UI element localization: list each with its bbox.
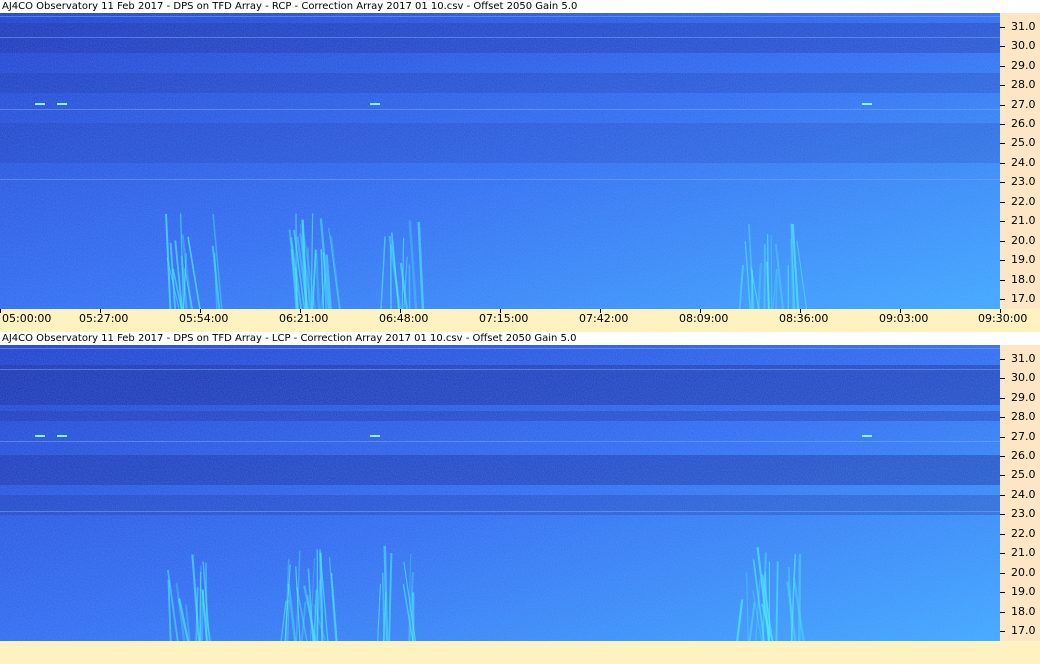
y-tick-label: 26.0 [1011, 117, 1036, 130]
y-tick-label: 23.0 [1011, 175, 1036, 189]
signal-dash [370, 103, 380, 105]
y-tick-mark [1000, 475, 1005, 477]
burst-streak [306, 247, 311, 309]
signal-dash [862, 435, 872, 437]
y-tick-label: 20.0 [1011, 565, 1036, 579]
x-tick-label: 07:15:00 [479, 312, 529, 325]
burst-streak [295, 213, 298, 309]
y-tick-mark [1000, 26, 1005, 28]
burst-streak [285, 598, 289, 641]
x-tick-label: 08:09:00 [679, 312, 729, 325]
y-tick-mark [1000, 201, 1005, 203]
y-tick-label: 21.0 [1011, 214, 1036, 228]
y-tick-label: 29.0 [1011, 390, 1036, 404]
y-tick-mark [1000, 104, 1005, 106]
y-tick-label: 19.0 [1011, 585, 1036, 599]
y-tick-label: 19.0 [1011, 253, 1036, 267]
y-tick-mark [1000, 85, 1005, 87]
x-axis-bottom [0, 641, 1040, 664]
y-tick-mark [1000, 299, 1005, 301]
burst-streak [199, 565, 202, 641]
y-tick-label: 21.0 [1011, 546, 1036, 560]
noise-overlay [0, 13, 1000, 309]
x-tick-label: 06:48:00 [379, 312, 429, 325]
y-tick-label: 28.0 [1011, 78, 1036, 92]
y-tick-mark [1000, 631, 1005, 633]
signal-dash [370, 435, 380, 437]
y-tick-mark [1000, 279, 1005, 281]
panel-title-lcp: AJ4CO Observatory 11 Feb 2017 - DPS on T… [0, 332, 1040, 345]
y-tick-mark [1000, 533, 1005, 535]
y-tick-mark [1000, 162, 1005, 164]
y-tick-label: 17.0 [1011, 624, 1036, 638]
y-tick-mark [1000, 182, 1005, 184]
y-tick-label: 28.0 [1011, 410, 1036, 424]
y-tick-mark [1000, 417, 1005, 419]
x-tick-label: 05:00:00 [2, 312, 52, 325]
spectrogram-lcp [0, 345, 1000, 641]
y-tick-label: 24.0 [1011, 155, 1036, 169]
y-tick-mark [1000, 143, 1005, 145]
y-tick-mark [1000, 378, 1005, 380]
spectrogram-lcp-canvas [0, 345, 1000, 641]
spectrogram-rcp-canvas [0, 13, 1000, 309]
y-tick-label: 17.0 [1011, 292, 1036, 306]
signal-dash [35, 435, 45, 437]
y-tick-label: 27.0 [1011, 97, 1036, 111]
y-tick-mark [1000, 553, 1005, 555]
y-tick-mark [1000, 436, 1005, 438]
y-tick-label: 22.0 [1011, 526, 1036, 540]
y-tick-label: 30.0 [1011, 371, 1036, 385]
y-tick-mark [1000, 397, 1005, 399]
y-tick-label: 27.0 [1011, 429, 1036, 443]
y-tick-label: 20.0 [1011, 233, 1036, 247]
spectrogram-rcp [0, 13, 1000, 309]
y-tick-label: 25.0 [1011, 468, 1036, 482]
x-tick-label: 09:30:00 [978, 312, 1028, 325]
y-axis-rcp: 31.0 30.0 29.0 28.0 27.0 26.0 25.0 24.0 23.0 22.0… [1000, 13, 1040, 309]
y-tick-mark [1000, 572, 1005, 574]
y-tick-mark [1000, 611, 1005, 613]
burst-streak [775, 561, 779, 641]
y-tick-mark [1000, 494, 1005, 496]
y-tick-mark [1000, 124, 1005, 125]
panel-title-rcp: AJ4CO Observatory 11 Feb 2017 - DPS on T… [0, 0, 1040, 13]
x-axis: 05:00:00 05:27:00 05:54:00 06:21:00 06:48:00… [0, 309, 1040, 332]
signal-dash [57, 103, 67, 105]
x-tick-label: 05:54:00 [179, 312, 229, 325]
y-tick-mark [1000, 240, 1005, 242]
x-tick-label: 09:03:00 [879, 312, 929, 325]
x-tick-mark [0, 309, 1, 313]
y-tick-label: 30.0 [1011, 39, 1036, 53]
y-tick-label: 22.0 [1011, 194, 1036, 208]
signal-dash [57, 435, 67, 437]
y-tick-label: 31.0 [1011, 351, 1036, 365]
y-tick-label: 29.0 [1011, 58, 1036, 72]
burst-streak [798, 553, 802, 641]
signal-dash [862, 103, 872, 105]
x-tick-label: 06:21:00 [279, 312, 329, 325]
x-tick-label: 07:42:00 [579, 312, 629, 325]
y-tick-mark [1000, 221, 1005, 223]
x-tick-label: 08:36:00 [779, 312, 829, 325]
y-tick-mark [1000, 260, 1005, 262]
y-tick-label: 25.0 [1011, 136, 1036, 150]
y-axis-lcp: 31.0 30.0 29.0 28.0 27.0 26.0 25.0 24.0 23.0 22.0… [1000, 345, 1040, 641]
y-tick-label: 26.0 [1011, 449, 1036, 462]
signal-dash [35, 103, 45, 105]
noise-overlay [0, 345, 1000, 641]
y-tick-mark [1000, 46, 1005, 48]
x-tick-label: 05:27:00 [79, 312, 129, 325]
y-tick-mark [1000, 358, 1005, 360]
y-tick-mark [1000, 65, 1005, 67]
y-tick-mark [1000, 514, 1005, 516]
y-tick-mark [1000, 456, 1005, 457]
y-tick-label: 31.0 [1011, 19, 1036, 33]
y-tick-label: 23.0 [1011, 507, 1036, 521]
y-tick-label: 18.0 [1011, 604, 1036, 618]
y-tick-label: 24.0 [1011, 487, 1036, 501]
y-tick-mark [1000, 592, 1005, 594]
y-tick-label: 18.0 [1011, 272, 1036, 286]
